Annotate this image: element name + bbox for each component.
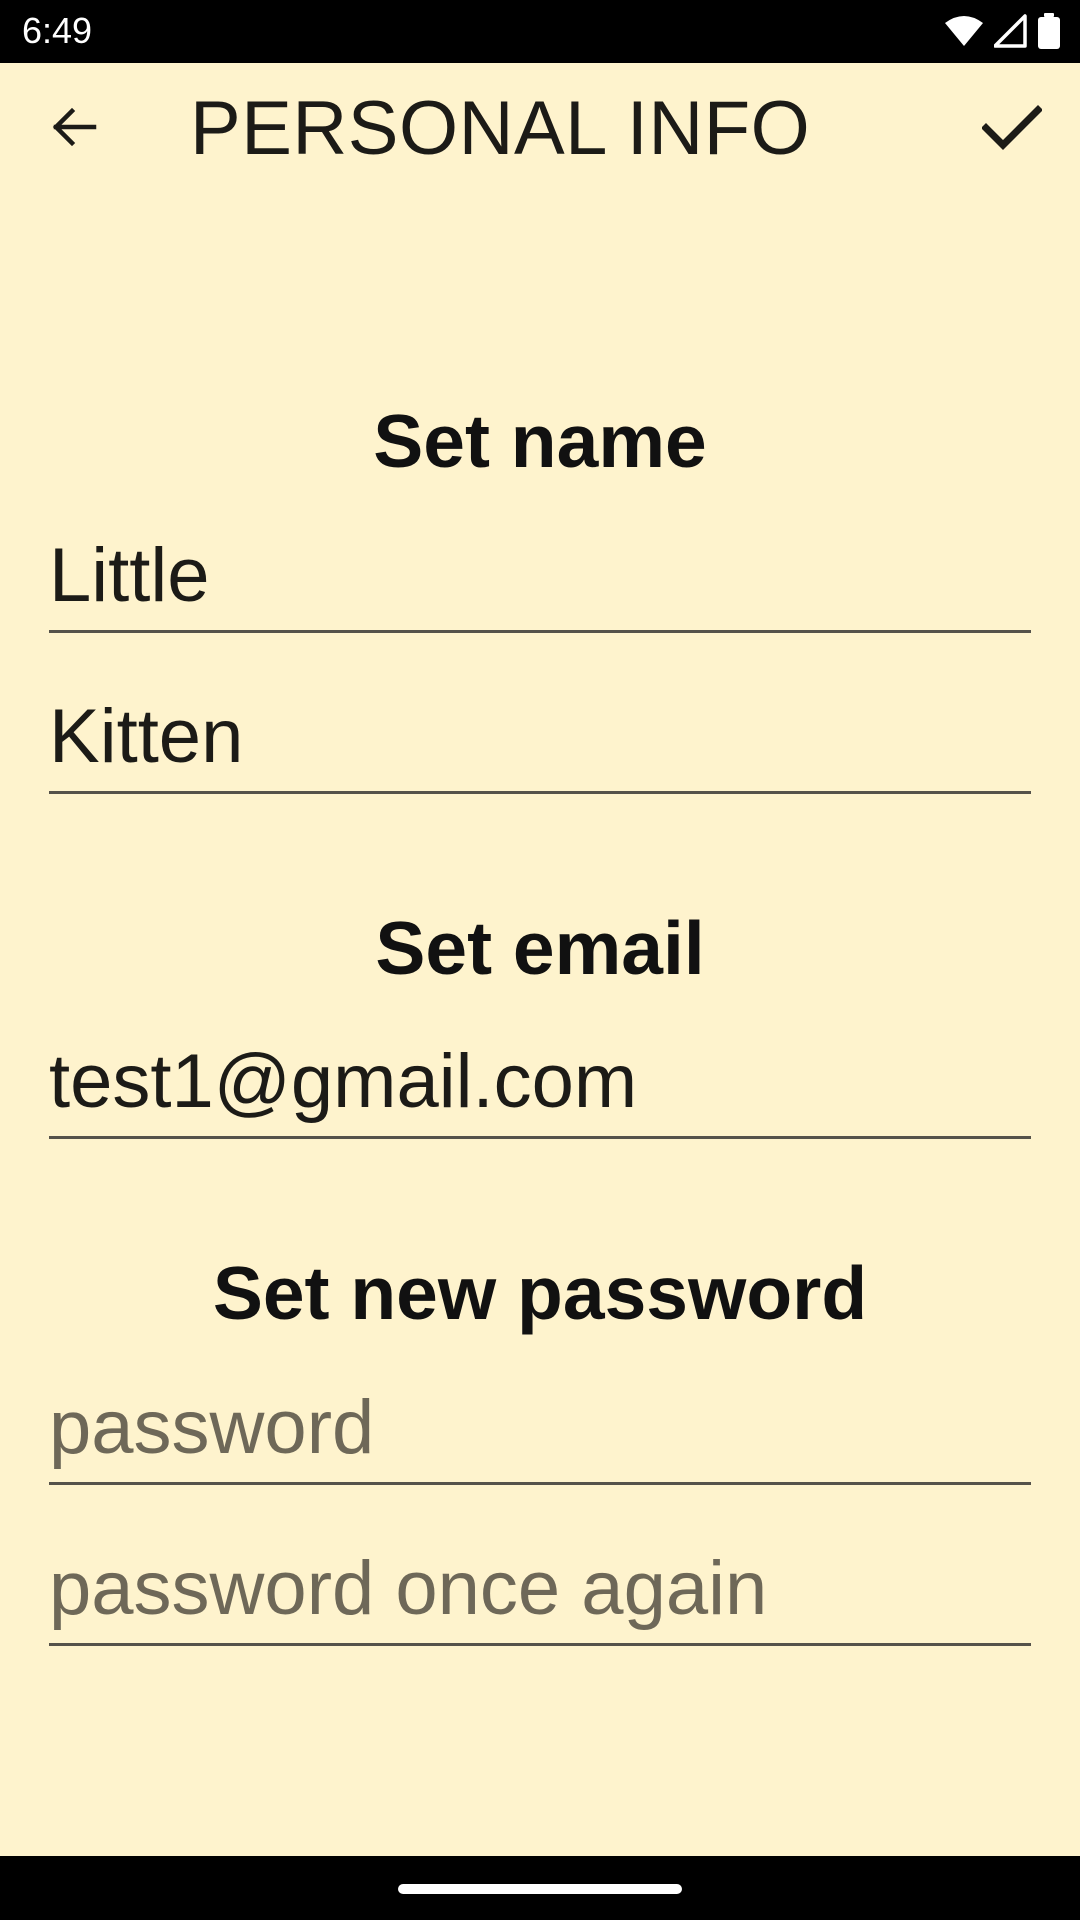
set-email-heading: Set email (375, 906, 705, 990)
status-bar: 6:49 (0, 0, 1080, 63)
home-gesture-handle[interactable] (398, 1884, 682, 1894)
status-time: 6:49 (22, 10, 93, 51)
check-icon (981, 104, 1043, 155)
password-field[interactable] (49, 1382, 1031, 1485)
arrow-back-icon (50, 103, 98, 156)
app-bar: PERSONAL INFO (0, 63, 1080, 193)
page-title: PERSONAL INFO (190, 86, 811, 171)
navigation-bar (0, 1856, 1080, 1920)
set-name-heading: Set name (373, 399, 707, 483)
confirm-button[interactable] (964, 89, 1060, 169)
back-button[interactable] (30, 93, 118, 165)
battery-icon (1038, 13, 1060, 49)
set-password-heading: Set new password (212, 1251, 868, 1335)
password-confirm-field[interactable] (49, 1543, 1031, 1646)
last-name-field[interactable] (49, 691, 1031, 794)
last-name-input[interactable] (49, 693, 1031, 781)
cell-signal-icon (994, 14, 1028, 48)
wifi-icon (944, 15, 984, 47)
status-icons (944, 12, 1060, 50)
email-field[interactable] (49, 1036, 1031, 1139)
first-name-field[interactable] (49, 530, 1031, 633)
password-input[interactable] (49, 1384, 1031, 1472)
password-confirm-input[interactable] (49, 1545, 1031, 1633)
first-name-input[interactable] (49, 532, 1031, 620)
email-input[interactable] (49, 1038, 1031, 1126)
